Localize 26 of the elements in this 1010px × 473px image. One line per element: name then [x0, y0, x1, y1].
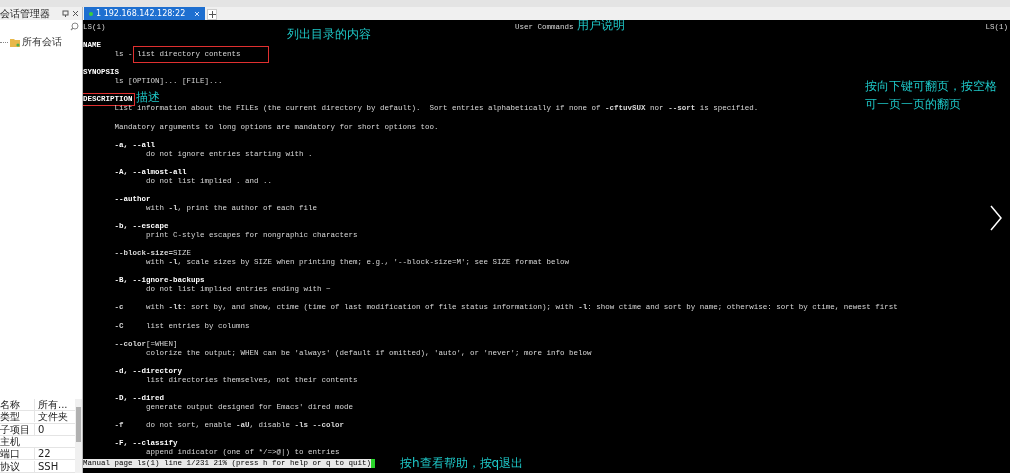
property-value: 0 [34, 423, 74, 435]
property-value: SSH [34, 460, 74, 472]
close-icon[interactable] [72, 10, 79, 17]
annotation-note: 按向下键可翻页，按空格 [865, 80, 997, 93]
property-value: 所有... [34, 399, 74, 411]
property-value: 22 [34, 448, 74, 460]
property-name: 主机 [0, 436, 21, 448]
property-name: 名称 [0, 399, 21, 411]
annotation-note: 按h查看帮助，按q退出 [400, 457, 524, 470]
property-name: 类型 [0, 411, 21, 423]
cursor [371, 459, 376, 469]
pin-icon[interactable] [62, 10, 69, 17]
annotation-note: 描述 [135, 91, 160, 105]
property-name: 端口 [0, 448, 21, 460]
property-name: 子项目 [0, 423, 31, 435]
new-tab-button[interactable] [207, 9, 218, 20]
property-name: 协议 [0, 460, 21, 472]
folder-icon [10, 37, 20, 47]
property-value: 文件夹 [34, 411, 74, 423]
panel-title: 会话管理器 [0, 6, 51, 21]
annotation-note: 列出目录的内容 [287, 28, 371, 41]
scroll-thumb[interactable] [76, 407, 81, 442]
search-icon[interactable] [70, 21, 79, 31]
annotation-note: 可一页一页的翻页 [865, 98, 961, 111]
tree-item[interactable]: 所有会话 [22, 35, 62, 49]
session-tab[interactable]: 1 192.168.142.128:22 [84, 7, 206, 20]
